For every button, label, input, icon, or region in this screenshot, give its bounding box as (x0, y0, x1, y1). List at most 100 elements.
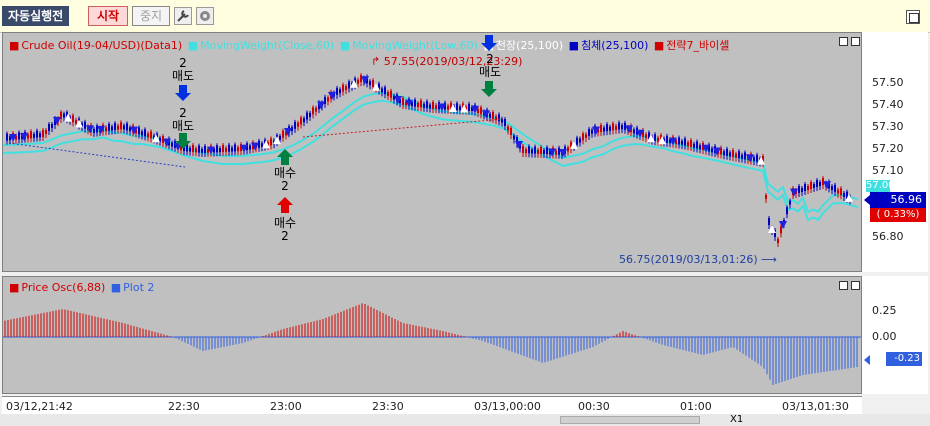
candle-body (504, 119, 506, 126)
osc-pointer-icon (864, 355, 870, 365)
candle-body (681, 140, 683, 145)
stop-button[interactable]: 중지 (132, 6, 170, 26)
candle-body (33, 133, 35, 138)
candle-body (480, 107, 482, 115)
candle-body (432, 102, 434, 109)
start-button[interactable]: 시작 (88, 6, 128, 26)
maximize-icon[interactable] (906, 10, 920, 24)
candle-body (732, 150, 734, 157)
osc-axis: 0.25 0.00 -0.23 (862, 276, 928, 394)
candle-body (831, 186, 833, 191)
last-price-tag: 56.96 (870, 192, 926, 208)
candle-body (42, 130, 44, 137)
candle-body (525, 149, 527, 154)
candle-body (600, 124, 602, 132)
candle-body (357, 79, 359, 84)
buy-signal-2: 매수 2 (273, 217, 297, 243)
sell-label: 매도 (171, 119, 195, 133)
candle-body (468, 103, 470, 111)
candle-body (810, 182, 812, 189)
candle-body (36, 130, 38, 138)
candle-body (723, 151, 725, 156)
candle-body (528, 146, 530, 154)
candle-body (789, 200, 791, 205)
candle-body (513, 135, 515, 140)
candle-body (30, 131, 32, 139)
candle-body (678, 137, 680, 145)
candle-body (117, 125, 119, 130)
candle-body (585, 134, 587, 139)
candle-body (360, 75, 362, 83)
candle-body (18, 132, 20, 140)
candle-body (612, 123, 614, 131)
toolbar: 자동실행전 시작 중지 (0, 0, 930, 33)
candle-body (144, 129, 146, 137)
candle-body (699, 145, 701, 150)
candle-body (72, 115, 74, 123)
price-tick: 57.50 (872, 76, 904, 89)
candle-body (279, 135, 281, 140)
candle-body (558, 147, 560, 155)
tools-icon[interactable] (174, 7, 192, 25)
candle-body (327, 97, 329, 102)
candle-body (219, 148, 221, 153)
candle-body (84, 121, 86, 129)
candle-body (336, 87, 338, 95)
buy-signal-1: 매수 2 (273, 167, 297, 193)
candle-body (126, 123, 128, 131)
candle-body (666, 135, 668, 143)
candle-body (390, 90, 392, 98)
price-tick: 56.80 (872, 230, 904, 243)
candle-body (138, 127, 140, 135)
ma-value-tag: 57.00 (866, 180, 895, 192)
candle-body (489, 113, 491, 118)
time-tick: 03/12,21:42 (6, 400, 73, 413)
candle-body (387, 92, 389, 96)
oscillator-panel[interactable]: ■ Price Osc(6,88) ■ Plot 2 (2, 276, 862, 394)
horizontal-scrollbar[interactable] (560, 416, 700, 424)
candle-body (381, 88, 383, 93)
candle-body (447, 105, 449, 110)
candle-body (654, 134, 656, 142)
candle-body (531, 149, 533, 154)
candle-body (588, 128, 590, 136)
candle-body (51, 124, 53, 128)
candle-body (657, 137, 659, 142)
slump-marker (515, 141, 523, 149)
candle-body (534, 146, 536, 154)
candle-body (522, 146, 524, 153)
candle-body (114, 123, 116, 131)
candle-body (834, 184, 836, 192)
sell-signal-2: 2 매도 (171, 107, 195, 133)
candle-body (201, 148, 203, 153)
candle-body (576, 137, 578, 145)
candle-body (735, 153, 737, 158)
candle-body (777, 239, 779, 243)
candle-body (258, 140, 260, 148)
zoom-level[interactable]: X1 (730, 414, 743, 425)
candle-body (27, 134, 29, 139)
candle-body (621, 125, 623, 130)
candle-body (384, 87, 386, 95)
time-tick: 23:00 (270, 400, 302, 413)
settings-icon[interactable] (196, 7, 214, 25)
candle-body (780, 226, 782, 234)
candle-body (741, 154, 743, 159)
candle-body (315, 107, 317, 112)
candle-body (435, 105, 437, 110)
osc-last-value: -0.23 (886, 352, 922, 366)
candle-body (609, 126, 611, 131)
candle-body (555, 150, 557, 155)
candle-body (249, 145, 251, 150)
candle-body (6, 133, 8, 141)
price-tick: 57.30 (872, 120, 904, 133)
candle-body (510, 128, 512, 135)
candle-body (150, 131, 152, 139)
price-chart-panel[interactable]: ■ Crude Oil(19-04/USD)(Data1) ■ MovingWeig… (2, 32, 862, 272)
candle-body (93, 128, 95, 133)
candle-body (414, 99, 416, 107)
candle-body (546, 147, 548, 155)
candle-body (225, 147, 227, 152)
low-annotation-text: 56.75(2019/03/13,01:26) (619, 253, 758, 266)
price-tick: 57.10 (872, 164, 904, 177)
